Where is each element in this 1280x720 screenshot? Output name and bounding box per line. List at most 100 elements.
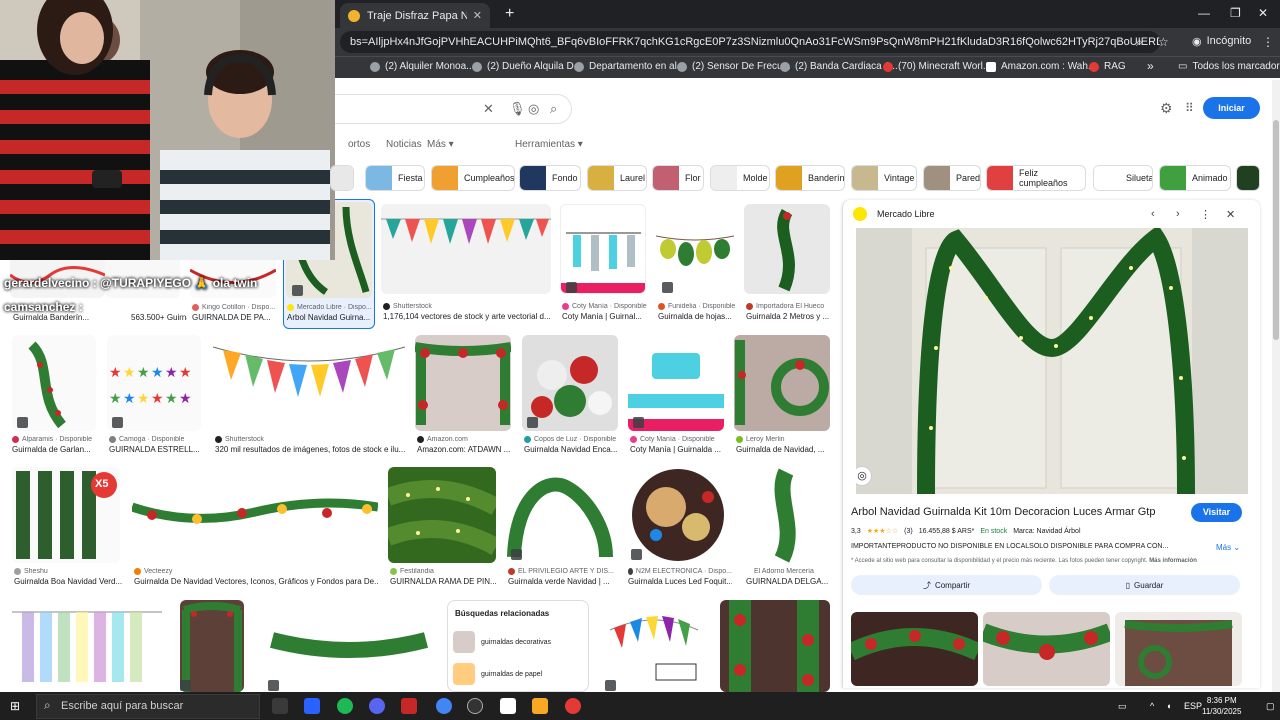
tray-overflow-icon[interactable]: ^ — [1150, 701, 1154, 711]
browser-menu-icon[interactable]: ⋮ — [1262, 35, 1274, 49]
related-image[interactable] — [851, 612, 978, 686]
result-card[interactable]: Funidelia · Disponible Guirnalda de hoja… — [656, 204, 736, 328]
chrome-icon[interactable] — [436, 698, 452, 714]
language-indicator[interactable]: ESP — [1184, 701, 1202, 711]
gear-icon[interactable]: ⚙ — [1160, 100, 1173, 117]
result-title[interactable]: Guirnalda verde Navidad | ... — [508, 577, 616, 586]
result-card[interactable]: Amazon.com Amazon.com: ATDAWN ... — [415, 335, 511, 457]
bookmark-item[interactable]: (70) Minecraft Worl... — [883, 61, 991, 72]
tools-button[interactable]: Herramientas ▾ — [515, 139, 583, 150]
result-image[interactable] — [656, 204, 734, 294]
refinement-chip[interactable]: r — [330, 165, 354, 191]
result-title[interactable]: Guirnalda Luces Led Foquit... — [628, 577, 732, 586]
result-image[interactable] — [506, 467, 614, 563]
search-icon[interactable]: ⌕ — [550, 101, 557, 117]
refinement-chip[interactable]: Fondo — [519, 165, 581, 191]
result-card[interactable] — [12, 600, 162, 692]
incognito-indicator[interactable]: ◉ Incógnito — [1192, 35, 1251, 48]
scrollbar-thumb[interactable] — [1273, 120, 1279, 340]
refinement-chip[interactable]: Fiesta — [365, 165, 425, 191]
signin-button[interactable]: Iniciar sesión — [1203, 97, 1260, 135]
refinement-chip[interactable]: Cumpleaños — [431, 165, 515, 191]
refinement-chip[interactable] — [1236, 165, 1260, 191]
windows-start-icon[interactable]: ⊞ — [10, 699, 20, 713]
result-image[interactable] — [734, 335, 830, 431]
next-icon[interactable]: › — [1176, 208, 1180, 220]
result-image[interactable] — [720, 600, 830, 692]
result-title[interactable]: GUIRNALDA ESTRELL... — [109, 445, 203, 454]
result-card[interactable]: › N2M ELECTRONICA · Dispo... Guirnalda L… — [626, 467, 732, 589]
product-title[interactable]: Arbol Navidad Guirnalda Kit 10m Decoraci… — [851, 506, 1155, 518]
result-card[interactable] — [180, 600, 246, 692]
close-window-icon[interactable]: ✕ — [1258, 6, 1268, 20]
result-card[interactable]: Shutterstock 1,176,104 vectores de stock… — [381, 204, 551, 328]
discord-icon[interactable] — [369, 698, 385, 714]
voicemod-icon[interactable] — [401, 698, 417, 714]
related-search-item[interactable]: guirnaldas decorativas — [453, 631, 551, 653]
next-image-icon[interactable]: › — [712, 549, 716, 563]
refinement-chip[interactable]: Flor — [652, 165, 704, 191]
tab-news[interactable]: Noticias — [386, 139, 422, 150]
result-title[interactable]: GUIRNALDA DE PA... — [192, 313, 278, 322]
bookmark-item[interactable]: Amazon.com : Wah... — [986, 61, 1096, 72]
camera-search-icon[interactable]: ◎ — [528, 101, 539, 117]
notifications-icon[interactable]: ▢ — [1266, 701, 1275, 712]
result-title[interactable]: GUIRNALDA RAMA DE PIN... — [390, 577, 496, 586]
refinement-chip[interactable]: Pared — [923, 165, 981, 191]
restore-icon[interactable]: ❐ — [1230, 6, 1241, 20]
result-image[interactable] — [132, 467, 378, 563]
minimize-icon[interactable]: — — [1198, 6, 1210, 20]
bookmark-item[interactable]: (2) Sensor De Frecu... — [677, 61, 791, 72]
task-view-icon[interactable] — [272, 698, 288, 714]
result-title[interactable]: Guirnalda de Navidad, ... — [736, 445, 830, 454]
previous-icon[interactable]: ‹ — [1151, 208, 1155, 220]
related-search-item[interactable]: guirnaldas de papel — [453, 663, 542, 685]
result-card[interactable]: EL PRIVILEGIO ARTE Y DIS... Guirnalda ve… — [506, 467, 616, 589]
result-title[interactable]: Guirnalda Navidad Enca... — [524, 445, 618, 454]
related-image[interactable] — [1115, 612, 1242, 686]
result-card[interactable] — [720, 600, 830, 692]
bookmark-item[interactable]: (2) Banda Cardiaca J... — [780, 61, 898, 72]
result-image[interactable] — [381, 204, 551, 294]
result-image[interactable] — [415, 335, 511, 431]
bookmarks-overflow-button[interactable]: » — [1147, 59, 1154, 73]
result-card[interactable]: Copos de Luz · Disponible Guirnalda Navi… — [522, 335, 618, 457]
bookmark-item[interactable]: (2) Dueño Alquila D... — [472, 61, 582, 72]
result-card[interactable] — [262, 600, 436, 692]
preview-image[interactable]: ◎ — [856, 228, 1248, 494]
share-button[interactable]: ⤴ Compartir — [851, 575, 1042, 595]
result-title[interactable]: GUIRNALDA DELGA... — [746, 577, 830, 586]
result-image[interactable]: X5 — [12, 467, 120, 563]
all-bookmarks-button[interactable]: ▭ Todos los marcadores — [1178, 61, 1280, 72]
result-title[interactable]: 563.500+ Guirnald... — [131, 313, 187, 322]
more-options-icon[interactable]: ⋮ — [1200, 208, 1211, 221]
zoom-icon[interactable]: ⌕ — [1136, 35, 1143, 50]
result-image[interactable] — [180, 600, 244, 692]
result-card[interactable]: Festilandia GUIRNALDA RAMA DE PIN... — [388, 467, 496, 589]
refinement-chip[interactable]: Silueta — [1093, 165, 1153, 191]
bookmark-item[interactable]: RAG — [1089, 61, 1126, 72]
refinement-chip[interactable]: Feliz cumpleaños — [986, 165, 1086, 191]
page-scrollbar[interactable] — [1272, 80, 1280, 692]
copilot-icon[interactable] — [304, 698, 320, 714]
result-title[interactable]: Guirnalda de Garlan... — [12, 445, 98, 454]
result-card[interactable]: Importadora El Hueco Guirnalda 2 Metros … — [744, 204, 832, 328]
refinement-chip[interactable]: Animado — [1159, 165, 1231, 191]
result-title[interactable]: Guirnalda de hojas... — [658, 312, 738, 321]
result-card[interactable]: Coty Manía · Disponible Coty Manía | Gui… — [628, 335, 724, 457]
save-button[interactable]: ▯ Guardar — [1049, 575, 1240, 595]
result-card[interactable]: Coty Manía · Disponible Coty Manía | Gui… — [560, 204, 647, 328]
related-image[interactable] — [983, 612, 1110, 686]
refinement-chip[interactable]: Laurel — [587, 165, 647, 191]
spotify-icon[interactable] — [337, 698, 353, 714]
taskbar-search[interactable]: Escribe aquí para buscar — [36, 694, 260, 719]
clear-search-icon[interactable]: ✕ — [483, 101, 494, 117]
result-card[interactable]: X5 Sheshu Guirnalda Boa Navidad Verd... — [12, 467, 122, 589]
result-title[interactable]: Coty Manía | Guirnalda ... — [630, 445, 724, 454]
result-title[interactable]: Guirnalda 2 Metros y ... — [746, 312, 832, 321]
visit-button[interactable]: Visitar — [1191, 503, 1242, 522]
result-card[interactable]: Shutterstock 320 mil resultados de imáge… — [213, 335, 405, 457]
result-title[interactable]: Guirnalda De Navidad Vectores, Iconos, G… — [134, 577, 378, 586]
result-image[interactable] — [744, 467, 828, 563]
network-icon[interactable]: ▭ — [1118, 701, 1127, 712]
